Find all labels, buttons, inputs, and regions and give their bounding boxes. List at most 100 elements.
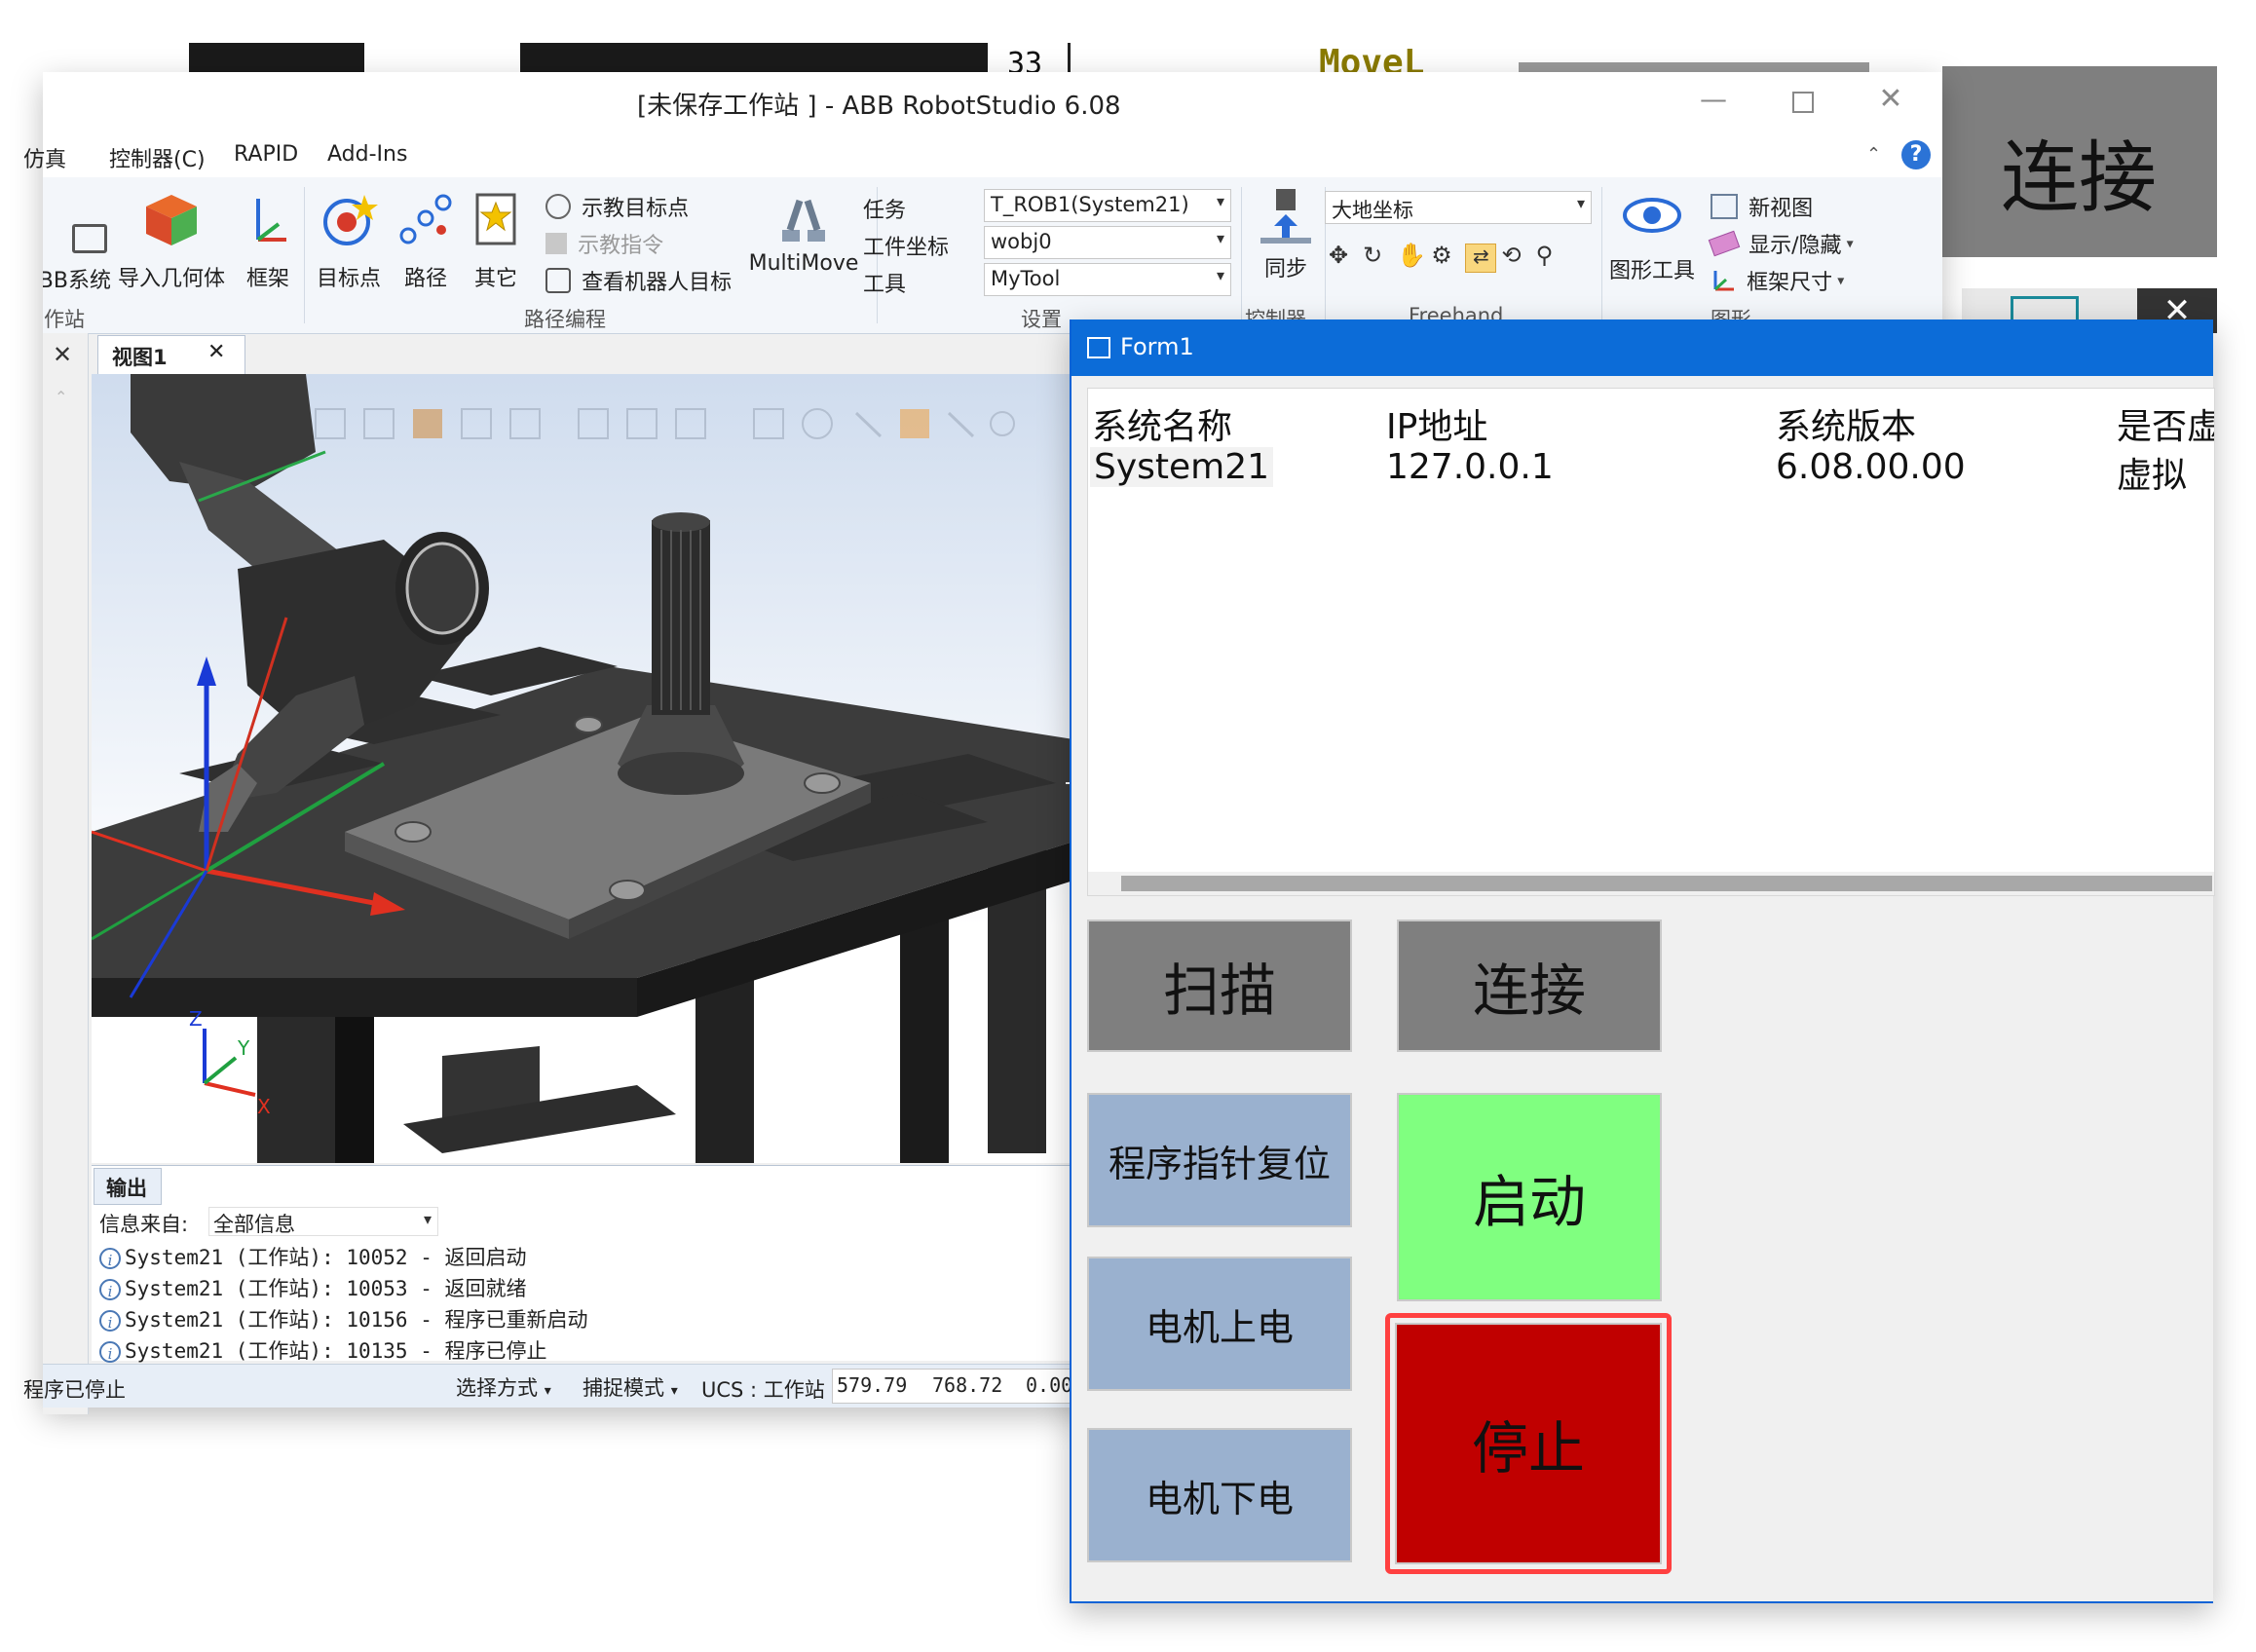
other-button[interactable]: 其它 xyxy=(462,191,530,304)
show-hide-button[interactable]: 显示/隐藏 ▾ xyxy=(1708,228,1854,259)
ribbon-separator xyxy=(304,187,305,323)
view-robot-target-button[interactable]: 查看机器人目标 xyxy=(545,265,732,296)
coord-system-dropdown[interactable]: 大地坐标 xyxy=(1325,191,1592,224)
reset-pointer-button[interactable]: 程序指针复位 xyxy=(1087,1093,1352,1227)
horizontal-scrollbar-thumb[interactable] xyxy=(1121,876,2212,891)
column-header-virtual[interactable]: 是否虚 xyxy=(2117,398,2214,449)
path-icon xyxy=(399,194,452,244)
column-header-version[interactable]: 系统版本 xyxy=(1776,398,1916,449)
cell-virtual: 虚拟 xyxy=(2117,456,2188,496)
coord-x: 579.79 xyxy=(837,1373,908,1397)
menu-item-addins[interactable]: Add-Ins xyxy=(327,142,407,167)
frame-size-button[interactable]: 框架尺寸 ▾ xyxy=(1711,265,1844,296)
chevron-down-icon: ▾ xyxy=(1846,236,1854,252)
output-line: i System21 (工作站): 10135 - 程序已停止 xyxy=(99,1335,547,1365)
hand-icon[interactable]: ✋ xyxy=(1397,242,1426,269)
scan-button[interactable]: 扫描 xyxy=(1087,920,1352,1052)
cell-ip: 127.0.0.1 xyxy=(1386,447,1554,487)
info-icon: i xyxy=(99,1248,121,1269)
tool-label: 工具 xyxy=(863,273,907,297)
menu-bar: 仿真 控制器(C) RAPID Add-Ins ⌃ ? xyxy=(23,132,1942,177)
wobj-dropdown[interactable]: wobj0 xyxy=(984,226,1231,259)
cell-system-name: System21 xyxy=(1090,447,1274,487)
left-panel-scroll-up[interactable]: ⌃ xyxy=(55,388,67,406)
jog-linear-icon[interactable]: ⇄ xyxy=(1465,244,1497,273)
chevron-down-icon: ▾ xyxy=(670,1383,678,1399)
eye-icon xyxy=(1623,198,1681,233)
connect-button[interactable]: 连接 xyxy=(1397,920,1662,1052)
menu-item-controller[interactable]: 控制器(C) xyxy=(109,142,206,173)
axis-x-label: X xyxy=(257,1095,271,1118)
form1-title: Form1 xyxy=(1120,333,1194,360)
connect-button-label: 连接 xyxy=(1472,957,1586,1024)
tab-close-icon[interactable]: ✕ xyxy=(207,340,225,364)
jog-reorient-icon[interactable]: ⟲ xyxy=(1501,242,1530,269)
start-button-label: 启动 xyxy=(1472,1169,1586,1235)
rotate-icon[interactable]: ↻ xyxy=(1363,242,1392,269)
sync-label: 同步 xyxy=(1263,257,1307,282)
left-panel-close-icon[interactable]: ✕ xyxy=(53,341,72,368)
start-button[interactable]: 启动 xyxy=(1397,1093,1662,1301)
menu-item-simulation[interactable]: 仿真 xyxy=(23,142,66,173)
frame-label: 框架 xyxy=(245,267,289,291)
output-filter-label: 信息来自: xyxy=(99,1213,189,1236)
teach-target-button[interactable]: 示教目标点 xyxy=(545,191,689,222)
graphics-tools-button[interactable]: 图形工具 xyxy=(1605,191,1699,304)
frame-button[interactable]: 框架 xyxy=(234,191,302,304)
move-icon[interactable]: ✥ xyxy=(1329,242,1358,269)
tab-view1[interactable]: 视图1 ✕ xyxy=(97,335,245,375)
coord-y: 768.72 xyxy=(932,1373,1003,1397)
teach-instruction-label: 示教指令 xyxy=(578,234,664,258)
menu-item-rapid[interactable]: RAPID xyxy=(234,142,298,167)
system-list[interactable]: 系统名称 IP地址 系统版本 是否虚 System21 127.0.0.1 6.… xyxy=(1087,388,2215,896)
maximize-icon xyxy=(1792,92,1814,113)
tool-dropdown[interactable]: MyTool xyxy=(984,263,1231,296)
motor-on-button[interactable]: 电机上电 xyxy=(1087,1257,1352,1391)
view-robot-target-label: 查看机器人目标 xyxy=(582,271,733,295)
output-filter-dropdown[interactable]: 全部信息 xyxy=(208,1207,438,1236)
column-header-ip[interactable]: IP地址 xyxy=(1386,398,1487,449)
stop-button[interactable]: 停止 xyxy=(1395,1323,1662,1564)
import-geometry-label: 导入几何体 xyxy=(117,267,225,291)
collapse-ribbon-icon[interactable]: ⌃ xyxy=(1866,144,1881,165)
new-view-button[interactable]: 新视图 xyxy=(1711,191,1813,222)
eraser-icon xyxy=(1708,230,1741,257)
scan-button-label: 扫描 xyxy=(1162,957,1276,1024)
import-geometry-button[interactable]: 导入几何体 xyxy=(113,191,230,304)
multi-robot-jog-icon[interactable]: ⚲ xyxy=(1536,242,1565,269)
motor-off-button-label: 电机下电 xyxy=(1145,1477,1294,1521)
task-label: 任务 xyxy=(863,199,907,223)
close-button[interactable]: ✕ xyxy=(1866,80,1915,119)
other-label: 其它 xyxy=(473,267,517,291)
3d-viewport[interactable]: Z Y X xyxy=(92,374,1105,1163)
system-icon xyxy=(72,224,107,253)
column-header-system-name[interactable]: 系统名称 xyxy=(1092,398,1232,449)
select-mode-dropdown[interactable]: 选择方式 ▾ xyxy=(456,1372,551,1402)
status-text: 程序已停止 xyxy=(23,1378,126,1402)
select-mode-label: 选择方式 xyxy=(456,1376,538,1400)
motor-off-button[interactable]: 电机下电 xyxy=(1087,1428,1352,1562)
other-icon xyxy=(475,193,516,245)
group-label-path: 路径编程 xyxy=(524,308,606,331)
teach-instruction-button: 示教指令 xyxy=(545,228,663,259)
maximize-button[interactable] xyxy=(1779,82,1827,121)
table-row[interactable]: System21 127.0.0.1 6.08.00.00 虚拟 xyxy=(1088,445,2214,496)
reset-pointer-button-label: 程序指针复位 xyxy=(1108,1142,1331,1185)
view-robot-target-icon xyxy=(545,268,571,293)
jog-joint-icon[interactable]: ⚙ xyxy=(1431,242,1460,269)
help-icon[interactable]: ? xyxy=(1901,140,1931,169)
abb-system-label: ABB系统 xyxy=(43,269,111,293)
output-tab[interactable]: 输出 xyxy=(94,1168,162,1205)
task-dropdown[interactable]: T_ROB1(System21) xyxy=(984,189,1231,222)
snap-mode-label: 捕捉模式 xyxy=(583,1376,664,1400)
path-button[interactable]: 路径 xyxy=(390,191,462,304)
minimize-button[interactable]: — xyxy=(1689,82,1738,121)
stop-button-label: 停止 xyxy=(1471,1415,1585,1482)
target-button[interactable]: 目标点 xyxy=(308,191,390,304)
sync-button[interactable]: 同步 xyxy=(1247,187,1325,300)
snap-mode-dropdown[interactable]: 捕捉模式 ▾ xyxy=(583,1372,678,1402)
cube-icon xyxy=(146,195,197,245)
multimove-button[interactable]: MultiMove xyxy=(740,191,867,304)
output-tab-label: 输出 xyxy=(106,1177,147,1200)
abb-system-button[interactable]: ABB系统 xyxy=(43,197,111,304)
